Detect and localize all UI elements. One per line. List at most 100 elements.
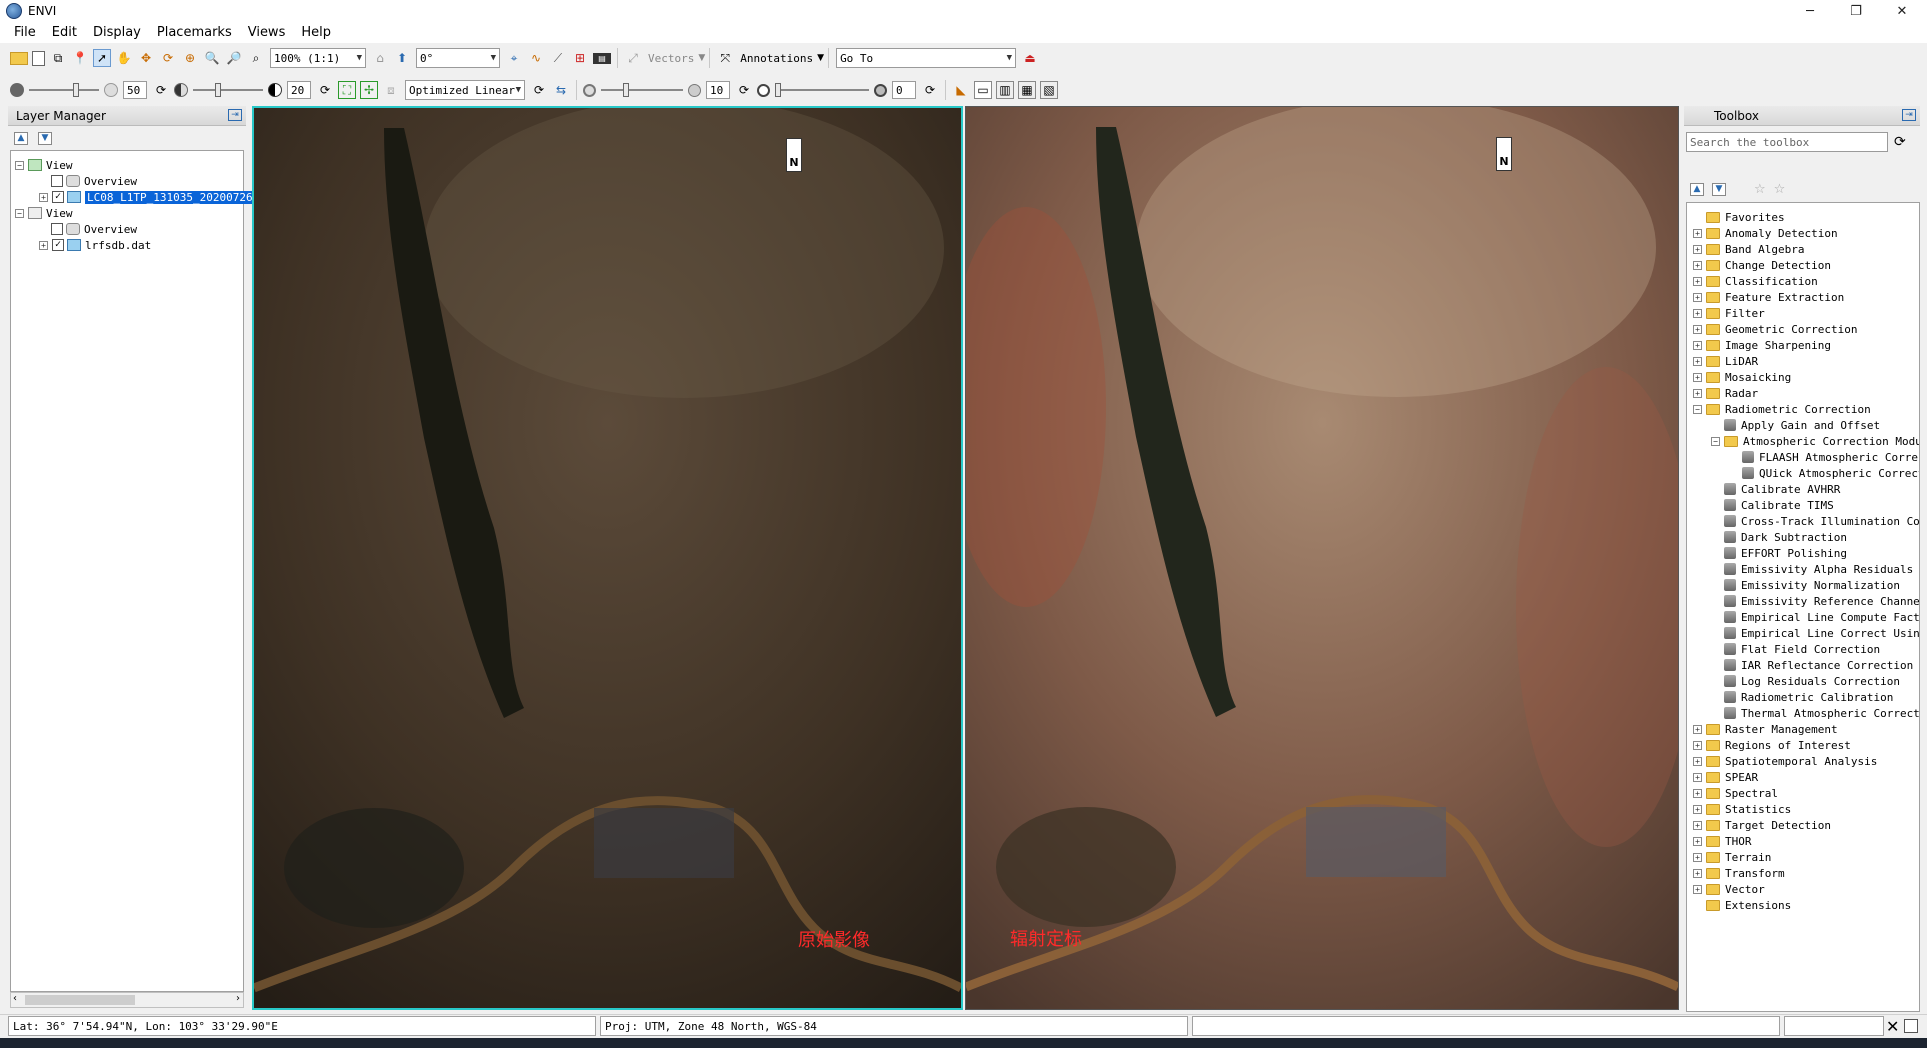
brightness-slider[interactable] [29, 81, 99, 99]
menu-views[interactable]: Views [240, 25, 294, 40]
process-manager-icon[interactable] [1904, 1019, 1918, 1033]
toolbox-item[interactable]: Apply Gain and Offset [1711, 417, 1880, 433]
vectors-menu[interactable]: Vectors [648, 52, 694, 65]
expand-icon[interactable]: + [1693, 788, 1702, 798]
toolbox-item[interactable]: + Spectral [1693, 785, 1778, 801]
toolbox-item[interactable]: Emissivity Reference Channel [1711, 593, 1919, 609]
reset-transparency-icon[interactable]: ⟳ [921, 81, 939, 99]
image-view-calibrated[interactable]: N 辐射定标 [965, 106, 1679, 1010]
toolbox-item[interactable]: QUick Atmospheric Correct [1729, 465, 1919, 481]
transparency-value[interactable]: 0 [892, 81, 916, 99]
maximize-button[interactable]: ❐ [1833, 0, 1879, 22]
reset-brightness-icon[interactable]: ⟳ [152, 81, 170, 99]
expand-all-icon[interactable]: ▼ [1712, 183, 1726, 196]
expand-icon[interactable]: + [1693, 292, 1702, 302]
toolbox-item[interactable]: + Statistics [1693, 801, 1791, 817]
reset-contrast-icon[interactable]: ⟳ [316, 81, 334, 99]
view-swipe-icon[interactable]: ▧ [1040, 81, 1058, 99]
expand-icon[interactable]: + [1693, 356, 1702, 366]
select-cursor-icon[interactable]: ➚ [93, 49, 111, 67]
expand-all-icon[interactable]: ▼ [38, 132, 52, 145]
layer-tree-overview-1[interactable]: Overview [51, 173, 137, 189]
toolbox-item[interactable]: Log Residuals Correction [1711, 673, 1900, 689]
toolbox-item[interactable]: + Classification [1693, 273, 1818, 289]
toolbox-item[interactable]: + Vector [1693, 881, 1765, 897]
dock-icon[interactable]: ⇥ [1902, 109, 1916, 121]
menu-display[interactable]: Display [85, 25, 149, 40]
collapse-icon[interactable]: − [1711, 436, 1720, 446]
layer-tree-view-2[interactable]: − View [15, 205, 73, 221]
collapse-icon[interactable]: − [15, 208, 24, 218]
scroll-left-icon[interactable]: ‹ [13, 993, 17, 1004]
open-folder-icon[interactable] [10, 51, 28, 65]
menu-help[interactable]: Help [293, 25, 339, 40]
histogram-icon[interactable]: ⇆ [552, 81, 570, 99]
expand-icon[interactable]: + [1693, 340, 1702, 350]
toolbox-item[interactable]: Extensions [1693, 897, 1791, 913]
reset-sharpen-icon[interactable]: ⟳ [735, 81, 753, 99]
reset-stretch-icon[interactable]: ⟳ [530, 81, 548, 99]
view-layout-icon[interactable]: ▭ [974, 81, 992, 99]
toolbox-item[interactable]: Thermal Atmospheric Correcti [1711, 705, 1919, 721]
toolbox-item[interactable]: + Raster Management [1693, 721, 1838, 737]
vectors-icon[interactable]: ⤢ [624, 49, 642, 67]
toolbox-item[interactable]: Calibrate TIMS [1711, 497, 1834, 513]
expand-icon[interactable]: + [1693, 820, 1702, 830]
collapse-all-icon[interactable]: ▲ [1690, 183, 1704, 196]
expand-icon[interactable]: + [1693, 372, 1702, 382]
collapse-all-icon[interactable]: ▲ [14, 132, 28, 145]
placemark-icon[interactable]: 📍 [71, 49, 89, 67]
toolbox-item[interactable]: + Band Algebra [1693, 241, 1804, 257]
sharpen-value[interactable]: 10 [706, 81, 730, 99]
layer-checkbox[interactable]: ✓ [52, 239, 64, 251]
crosshair-icon[interactable]: ⌖ [505, 49, 523, 67]
toolbox-item[interactable]: + Feature Extraction [1693, 289, 1844, 305]
toolbox-item[interactable]: Empirical Line Compute Facto [1711, 609, 1919, 625]
layer-tree-lc08[interactable]: + ✓ LC08_L1TP_131035_20200726 [39, 189, 255, 205]
expand-icon[interactable]: + [1693, 884, 1702, 894]
minimize-button[interactable]: ─ [1787, 0, 1833, 22]
zoom-full-icon[interactable]: ⌕ [247, 49, 265, 67]
overview-checkbox[interactable] [51, 223, 63, 235]
contrast-slider[interactable] [193, 81, 263, 99]
contrast-value[interactable]: 20 [287, 81, 311, 99]
expand-icon[interactable]: + [1693, 308, 1702, 318]
toolbox-item[interactable]: Emissivity Normalization [1711, 577, 1900, 593]
overview-checkbox[interactable] [51, 175, 63, 187]
goto-action-icon[interactable]: ⏏ [1021, 49, 1039, 67]
sharpen-slider[interactable] [601, 81, 683, 99]
collapse-icon[interactable]: − [1693, 404, 1702, 414]
toolbox-item[interactable]: − Atmospheric Correction Modul [1711, 433, 1919, 449]
expand-icon[interactable]: + [1693, 740, 1702, 750]
goto-combo[interactable]: Go To ▼ [836, 48, 1017, 68]
toolbox-item[interactable]: − Radiometric Correction [1693, 401, 1871, 417]
layer-tree-lrfsdb[interactable]: + ✓ lrfsdb.dat [39, 237, 151, 253]
zoom-in-icon[interactable]: 🔍 [203, 49, 221, 67]
view-blend-icon[interactable]: ▥ [996, 81, 1014, 99]
expand-icon[interactable]: + [1693, 260, 1702, 270]
remove-favorite-icon[interactable]: ☆ [1774, 182, 1786, 197]
layer-horizontal-scrollbar[interactable]: ‹ › [10, 992, 244, 1008]
layer-tree-view-1[interactable]: − View [15, 157, 73, 173]
image-view-original[interactable]: N 原始影像 [252, 106, 963, 1010]
toolbox-item[interactable]: + Spatiotemporal Analysis [1693, 753, 1877, 769]
expand-icon[interactable]: + [1693, 244, 1702, 254]
toolbox-item[interactable]: + Terrain [1693, 849, 1771, 865]
zoom-combo[interactable]: 100% (1:1) ▼ [270, 48, 366, 68]
zoom-out-icon[interactable]: 🔎 [225, 49, 243, 67]
toolbox-item[interactable]: Flat Field Correction [1711, 641, 1880, 657]
refresh-icon[interactable]: ⟳ [1894, 134, 1906, 150]
pan-hand-icon[interactable]: ✋ [115, 49, 133, 67]
brightness-value[interactable]: 50 [123, 81, 147, 99]
toolbox-item[interactable]: + Transform [1693, 865, 1785, 881]
toolbox-item[interactable]: Dark Subtraction [1711, 529, 1847, 545]
toolbox-item[interactable]: + Mosaicking [1693, 369, 1791, 385]
layer-tree-overview-2[interactable]: Overview [51, 221, 137, 237]
stretch-combo[interactable]: Optimized Linear ▼ [405, 80, 525, 100]
expand-icon[interactable]: + [1693, 324, 1702, 334]
add-favorite-icon[interactable]: ☆ [1754, 182, 1766, 197]
expand-icon[interactable]: + [1693, 804, 1702, 814]
home-icon[interactable]: ⌂ [371, 49, 389, 67]
layer-checkbox[interactable]: ✓ [52, 191, 64, 203]
toolbox-item[interactable]: + Filter [1693, 305, 1765, 321]
